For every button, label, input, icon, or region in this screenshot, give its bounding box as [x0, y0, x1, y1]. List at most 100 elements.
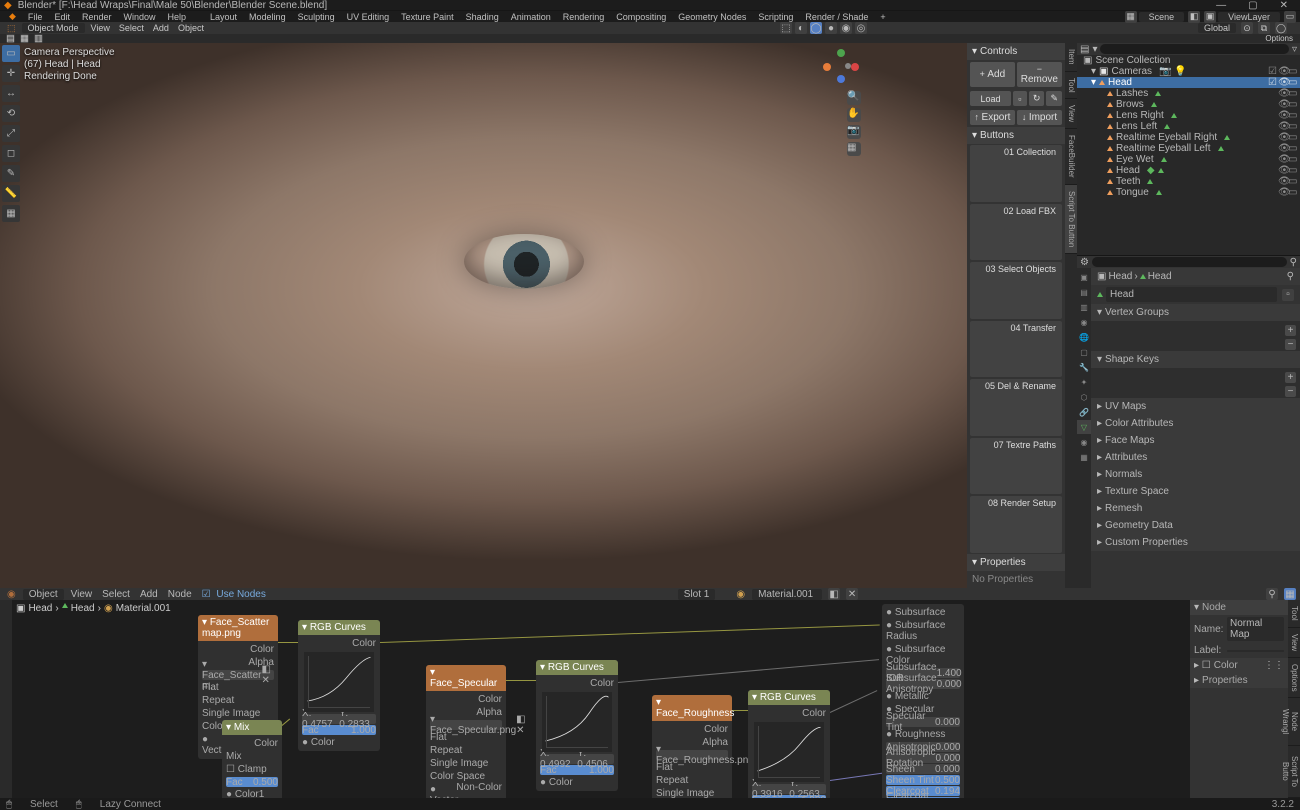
- save-icon-button[interactable]: ▫: [1013, 91, 1027, 106]
- props-pin-icon[interactable]: ⚲: [1290, 257, 1297, 268]
- node-mix[interactable]: ▾ Mix Color Mix ☐ Clamp Fac0.500 ● Color…: [222, 720, 282, 798]
- add-button[interactable]: + Add: [970, 62, 1015, 87]
- nside-color-header[interactable]: ▸ ☐ Color⋮⋮: [1190, 658, 1288, 673]
- ntab-view[interactable]: View: [1065, 99, 1077, 129]
- btn-03[interactable]: 03 Select Objects: [970, 262, 1062, 319]
- ntab-facebuilder[interactable]: FaceBuilder: [1065, 129, 1077, 185]
- node-face-roughness[interactable]: ▾ Face_Roughness Color Alpha ▾ Face_Roug…: [652, 695, 732, 798]
- node-face-specular[interactable]: ▾ Face_Specular Color Alpha ▾ Face_Specu…: [426, 665, 506, 798]
- nside-props-header[interactable]: ▸ Properties: [1190, 673, 1288, 688]
- active-node-name[interactable]: Normal Map: [1227, 617, 1284, 641]
- props-editor-icon[interactable]: ⚙: [1080, 257, 1089, 268]
- nntab-scriptbutton[interactable]: Script To Butto: [1288, 746, 1300, 798]
- btn-04[interactable]: 04 Transfer: [970, 321, 1062, 378]
- ntab-scriptbutton[interactable]: Script To Button: [1065, 185, 1077, 254]
- menu-file[interactable]: File: [23, 12, 48, 22]
- props-pin-icon-2[interactable]: ⚲: [1287, 271, 1294, 282]
- zoom-button[interactable]: 🔍: [847, 91, 861, 105]
- shading-wire-icon[interactable]: ◯: [810, 22, 822, 34]
- ntab-tool[interactable]: Tool: [1065, 72, 1077, 100]
- tab-add[interactable]: +: [875, 12, 890, 22]
- ptab-data[interactable]: ▽: [1077, 420, 1091, 434]
- viewlayer-remove-icon[interactable]: ▭: [1284, 11, 1296, 23]
- panel-texspace[interactable]: ▸ Texture Space: [1091, 483, 1300, 500]
- outliner-filter-icon[interactable]: ▿: [1292, 44, 1297, 55]
- pivot-icon[interactable]: ⊙: [1241, 22, 1253, 34]
- ne-select[interactable]: Select: [99, 589, 133, 600]
- shading-solid-icon[interactable]: ●: [825, 22, 837, 34]
- tab-shading[interactable]: Shading: [461, 12, 504, 22]
- ortho-toggle[interactable]: ▦: [847, 142, 861, 156]
- tab-sculpting[interactable]: Sculpting: [293, 12, 340, 22]
- camera-toggle[interactable]: 📷: [847, 125, 861, 139]
- btn-02[interactable]: 02 Load FBX: [970, 204, 1062, 261]
- tool-cursor[interactable]: ✛: [2, 65, 20, 82]
- tab-uvediting[interactable]: UV Editing: [342, 12, 395, 22]
- ptab-texture[interactable]: ▦: [1077, 450, 1091, 464]
- options-dropdown[interactable]: Options: [1262, 34, 1296, 43]
- ptab-render[interactable]: ▣: [1077, 270, 1091, 284]
- ne-usenodes[interactable]: ☑ Use Nodes: [199, 589, 272, 600]
- tab-geonodes[interactable]: Geometry Nodes: [673, 12, 751, 22]
- ne-pin-icon[interactable]: ⚲: [1266, 588, 1278, 600]
- tool-annotate[interactable]: ✎: [2, 165, 20, 182]
- mesh-shield-icon[interactable]: ▫: [1282, 289, 1294, 301]
- properties-header[interactable]: ▾ Properties: [967, 554, 1065, 571]
- node-mode[interactable]: Object: [23, 589, 64, 600]
- outliner-search[interactable]: [1100, 44, 1288, 54]
- vp-menu-object[interactable]: Object: [175, 23, 207, 33]
- add-sk-button[interactable]: +: [1285, 372, 1296, 383]
- ne-backdrop-icon[interactable]: ▦: [1284, 588, 1296, 600]
- mat-new-icon[interactable]: ◧: [828, 588, 840, 600]
- maximize-button[interactable]: ▢: [1240, 0, 1265, 11]
- tab-compositing[interactable]: Compositing: [611, 12, 671, 22]
- shading-icon-1[interactable]: ▤: [6, 34, 15, 43]
- tab-texturepaint[interactable]: Texture Paint: [396, 12, 459, 22]
- props-search[interactable]: [1092, 257, 1287, 267]
- ne-view[interactable]: View: [68, 589, 96, 600]
- tool-transform[interactable]: ◻: [2, 145, 20, 162]
- tool-addcube[interactable]: ▦: [2, 205, 20, 222]
- ptab-object[interactable]: ▢: [1077, 345, 1091, 359]
- tool-rotate[interactable]: ⟲: [2, 105, 20, 122]
- btn-01[interactable]: 01 Collection: [970, 145, 1062, 202]
- load-button[interactable]: Load: [970, 91, 1011, 106]
- shading-icon-2[interactable]: ▦: [20, 34, 29, 43]
- menu-window[interactable]: Window: [118, 12, 160, 22]
- overlay-toggles[interactable]: ⬚: [780, 22, 792, 34]
- ptab-world[interactable]: 🌐: [1077, 330, 1091, 344]
- tool-move[interactable]: ↔: [2, 85, 20, 102]
- menu-help[interactable]: Help: [163, 12, 192, 22]
- ptab-particles[interactable]: ✦: [1077, 375, 1091, 389]
- active-node-label[interactable]: [1227, 650, 1284, 652]
- pan-button[interactable]: ✋: [847, 108, 861, 122]
- reload-icon-button[interactable]: ↻: [1029, 91, 1045, 106]
- panel-colorattrs[interactable]: ▸ Color Attributes: [1091, 415, 1300, 432]
- shapekeys-list[interactable]: +−: [1091, 368, 1300, 398]
- panel-normals[interactable]: ▸ Normals: [1091, 466, 1300, 483]
- edit-icon-button[interactable]: ✎: [1046, 91, 1062, 106]
- ptab-material[interactable]: ◉: [1077, 435, 1091, 449]
- btn-05[interactable]: 05 Del & Rename: [970, 379, 1062, 436]
- shading-render-icon[interactable]: ◎: [855, 22, 867, 34]
- node-editor-icon[interactable]: ◉: [4, 589, 19, 600]
- proportional-icon[interactable]: ◯: [1275, 22, 1287, 34]
- nntab-nodewrangler[interactable]: Node Wrangl: [1288, 698, 1300, 746]
- ptab-output[interactable]: ▤: [1077, 285, 1091, 299]
- ptab-viewlayer[interactable]: ▥: [1077, 300, 1091, 314]
- minimize-button[interactable]: —: [1208, 0, 1234, 11]
- add-vg-button[interactable]: +: [1285, 325, 1296, 336]
- remove-button[interactable]: − Remove: [1017, 62, 1062, 87]
- shading-icon-3[interactable]: ▥: [34, 34, 43, 43]
- material-selector[interactable]: Material.001: [752, 589, 822, 600]
- panel-shapekeys[interactable]: ▾ Shape Keys: [1091, 351, 1300, 368]
- ptab-constraints[interactable]: 🔗: [1077, 405, 1091, 419]
- tab-modeling[interactable]: Modeling: [244, 12, 291, 22]
- tool-measure[interactable]: 📏: [2, 185, 20, 202]
- node-rgb-curves-1[interactable]: ▾ RGB Curves Color X: 0.4757Y: 0.2833 Fa…: [298, 620, 380, 751]
- mode-selector[interactable]: Object Mode: [22, 23, 85, 33]
- viewport-3d[interactable]: Camera Perspective (67) Head | Head Rend…: [0, 43, 967, 588]
- ptab-physics[interactable]: ⬡: [1077, 390, 1091, 404]
- shading-matprev-icon[interactable]: ◉: [840, 22, 852, 34]
- xray-icon[interactable]: ◐: [795, 22, 807, 34]
